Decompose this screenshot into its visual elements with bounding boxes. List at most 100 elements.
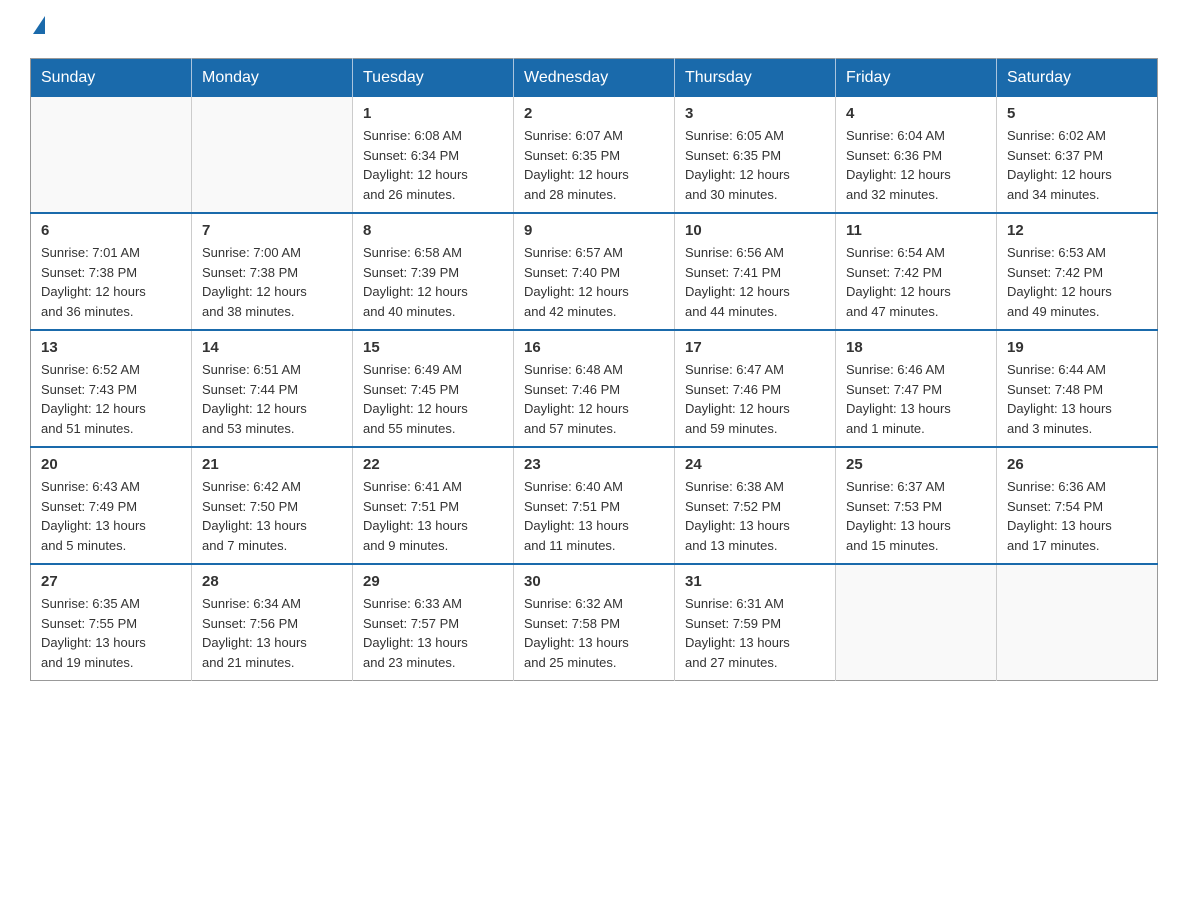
calendar-cell: 8 Sunrise: 6:58 AM Sunset: 7:39 PM Daylig…: [353, 213, 514, 330]
calendar-cell: 20 Sunrise: 6:43 AM Sunset: 7:49 PM Dayli…: [31, 447, 192, 564]
week-row-3: 13 Sunrise: 6:52 AM Sunset: 7:43 PM Dayli…: [31, 330, 1158, 447]
calendar-cell: 2 Sunrise: 6:07 AM Sunset: 6:35 PM Daylig…: [514, 97, 675, 213]
calendar-cell: [31, 97, 192, 213]
day-info: Sunrise: 6:32 AM Sunset: 7:58 PM Dayligh…: [524, 594, 664, 672]
calendar-header: SundayMondayTuesdayWednesdayThursdayFrid…: [31, 59, 1158, 98]
calendar-cell: [192, 97, 353, 213]
calendar-cell: [836, 564, 997, 681]
calendar-cell: 16 Sunrise: 6:48 AM Sunset: 7:46 PM Dayli…: [514, 330, 675, 447]
day-number: 31: [685, 573, 825, 590]
day-info: Sunrise: 6:07 AM Sunset: 6:35 PM Dayligh…: [524, 126, 664, 204]
day-number: 15: [363, 339, 503, 356]
day-number: 20: [41, 456, 181, 473]
day-info: Sunrise: 6:36 AM Sunset: 7:54 PM Dayligh…: [1007, 477, 1147, 555]
day-info: Sunrise: 6:34 AM Sunset: 7:56 PM Dayligh…: [202, 594, 342, 672]
page-header: [30, 20, 1158, 38]
day-number: 16: [524, 339, 664, 356]
day-info: Sunrise: 6:05 AM Sunset: 6:35 PM Dayligh…: [685, 126, 825, 204]
day-info: Sunrise: 6:51 AM Sunset: 7:44 PM Dayligh…: [202, 360, 342, 438]
day-number: 23: [524, 456, 664, 473]
weekday-header-thursday: Thursday: [675, 59, 836, 98]
day-number: 26: [1007, 456, 1147, 473]
day-info: Sunrise: 6:38 AM Sunset: 7:52 PM Dayligh…: [685, 477, 825, 555]
day-number: 12: [1007, 222, 1147, 239]
day-number: 17: [685, 339, 825, 356]
day-number: 14: [202, 339, 342, 356]
calendar-cell: 21Sunrise: 6:42 AM Sunset: 7:50 PM Dayli…: [192, 447, 353, 564]
day-info: Sunrise: 6:47 AM Sunset: 7:46 PM Dayligh…: [685, 360, 825, 438]
calendar-cell: 31 Sunrise: 6:31 AM Sunset: 7:59 PM Dayli…: [675, 564, 836, 681]
calendar-cell: 1Sunrise: 6:08 AM Sunset: 6:34 PM Daylig…: [353, 97, 514, 213]
calendar-cell: 15 Sunrise: 6:49 AM Sunset: 7:45 PM Dayli…: [353, 330, 514, 447]
weekday-header-tuesday: Tuesday: [353, 59, 514, 98]
day-number: 22: [363, 456, 503, 473]
day-info: Sunrise: 6:52 AM Sunset: 7:43 PM Dayligh…: [41, 360, 181, 438]
calendar-cell: 11Sunrise: 6:54 AM Sunset: 7:42 PM Dayli…: [836, 213, 997, 330]
calendar-cell: 29 Sunrise: 6:33 AM Sunset: 7:57 PM Dayli…: [353, 564, 514, 681]
day-number: 29: [363, 573, 503, 590]
week-row-4: 20 Sunrise: 6:43 AM Sunset: 7:49 PM Dayli…: [31, 447, 1158, 564]
calendar-cell: 27 Sunrise: 6:35 AM Sunset: 7:55 PM Dayli…: [31, 564, 192, 681]
day-info: Sunrise: 7:01 AM Sunset: 7:38 PM Dayligh…: [41, 243, 181, 321]
day-info: Sunrise: 6:35 AM Sunset: 7:55 PM Dayligh…: [41, 594, 181, 672]
day-number: 8: [363, 222, 503, 239]
day-number: 1: [363, 105, 503, 122]
calendar-cell: 12Sunrise: 6:53 AM Sunset: 7:42 PM Dayli…: [997, 213, 1158, 330]
weekday-header-monday: Monday: [192, 59, 353, 98]
weekday-header-saturday: Saturday: [997, 59, 1158, 98]
day-number: 6: [41, 222, 181, 239]
weekday-header-sunday: Sunday: [31, 59, 192, 98]
calendar-cell: 25Sunrise: 6:37 AM Sunset: 7:53 PM Dayli…: [836, 447, 997, 564]
calendar-body: 1Sunrise: 6:08 AM Sunset: 6:34 PM Daylig…: [31, 97, 1158, 681]
day-info: Sunrise: 6:02 AM Sunset: 6:37 PM Dayligh…: [1007, 126, 1147, 204]
day-info: Sunrise: 6:33 AM Sunset: 7:57 PM Dayligh…: [363, 594, 503, 672]
day-info: Sunrise: 6:31 AM Sunset: 7:59 PM Dayligh…: [685, 594, 825, 672]
day-number: 18: [846, 339, 986, 356]
day-info: Sunrise: 6:49 AM Sunset: 7:45 PM Dayligh…: [363, 360, 503, 438]
day-number: 24: [685, 456, 825, 473]
week-row-1: 1Sunrise: 6:08 AM Sunset: 6:34 PM Daylig…: [31, 97, 1158, 213]
day-info: Sunrise: 6:56 AM Sunset: 7:41 PM Dayligh…: [685, 243, 825, 321]
day-info: Sunrise: 6:37 AM Sunset: 7:53 PM Dayligh…: [846, 477, 986, 555]
day-info: Sunrise: 6:58 AM Sunset: 7:39 PM Dayligh…: [363, 243, 503, 321]
weekday-header-wednesday: Wednesday: [514, 59, 675, 98]
day-info: Sunrise: 6:44 AM Sunset: 7:48 PM Dayligh…: [1007, 360, 1147, 438]
calendar-cell: [997, 564, 1158, 681]
calendar-cell: 5 Sunrise: 6:02 AM Sunset: 6:37 PM Daylig…: [997, 97, 1158, 213]
calendar-cell: 9 Sunrise: 6:57 AM Sunset: 7:40 PM Daylig…: [514, 213, 675, 330]
day-info: Sunrise: 6:04 AM Sunset: 6:36 PM Dayligh…: [846, 126, 986, 204]
day-number: 30: [524, 573, 664, 590]
weekday-header-friday: Friday: [836, 59, 997, 98]
calendar-cell: 6 Sunrise: 7:01 AM Sunset: 7:38 PM Daylig…: [31, 213, 192, 330]
day-info: Sunrise: 6:54 AM Sunset: 7:42 PM Dayligh…: [846, 243, 986, 321]
day-number: 7: [202, 222, 342, 239]
day-number: 3: [685, 105, 825, 122]
calendar-cell: 28Sunrise: 6:34 AM Sunset: 7:56 PM Dayli…: [192, 564, 353, 681]
calendar-cell: 30 Sunrise: 6:32 AM Sunset: 7:58 PM Dayli…: [514, 564, 675, 681]
day-info: Sunrise: 6:43 AM Sunset: 7:49 PM Dayligh…: [41, 477, 181, 555]
calendar-cell: 10Sunrise: 6:56 AM Sunset: 7:41 PM Dayli…: [675, 213, 836, 330]
calendar-cell: 24 Sunrise: 6:38 AM Sunset: 7:52 PM Dayli…: [675, 447, 836, 564]
day-info: Sunrise: 6:57 AM Sunset: 7:40 PM Dayligh…: [524, 243, 664, 321]
calendar-cell: 7 Sunrise: 7:00 AM Sunset: 7:38 PM Daylig…: [192, 213, 353, 330]
calendar-cell: 17 Sunrise: 6:47 AM Sunset: 7:46 PM Dayli…: [675, 330, 836, 447]
day-info: Sunrise: 7:00 AM Sunset: 7:38 PM Dayligh…: [202, 243, 342, 321]
day-number: 27: [41, 573, 181, 590]
day-info: Sunrise: 6:46 AM Sunset: 7:47 PM Dayligh…: [846, 360, 986, 438]
calendar-cell: 4 Sunrise: 6:04 AM Sunset: 6:36 PM Daylig…: [836, 97, 997, 213]
day-number: 4: [846, 105, 986, 122]
day-number: 13: [41, 339, 181, 356]
weekday-header-row: SundayMondayTuesdayWednesdayThursdayFrid…: [31, 59, 1158, 98]
calendar-cell: 23 Sunrise: 6:40 AM Sunset: 7:51 PM Dayli…: [514, 447, 675, 564]
day-number: 5: [1007, 105, 1147, 122]
day-number: 9: [524, 222, 664, 239]
day-info: Sunrise: 6:40 AM Sunset: 7:51 PM Dayligh…: [524, 477, 664, 555]
day-info: Sunrise: 6:48 AM Sunset: 7:46 PM Dayligh…: [524, 360, 664, 438]
calendar-cell: 14 Sunrise: 6:51 AM Sunset: 7:44 PM Dayli…: [192, 330, 353, 447]
week-row-2: 6 Sunrise: 7:01 AM Sunset: 7:38 PM Daylig…: [31, 213, 1158, 330]
day-number: 2: [524, 105, 664, 122]
calendar-table: SundayMondayTuesdayWednesdayThursdayFrid…: [30, 58, 1158, 681]
calendar-cell: 18 Sunrise: 6:46 AM Sunset: 7:47 PM Dayli…: [836, 330, 997, 447]
day-number: 21: [202, 456, 342, 473]
logo: [30, 20, 45, 38]
